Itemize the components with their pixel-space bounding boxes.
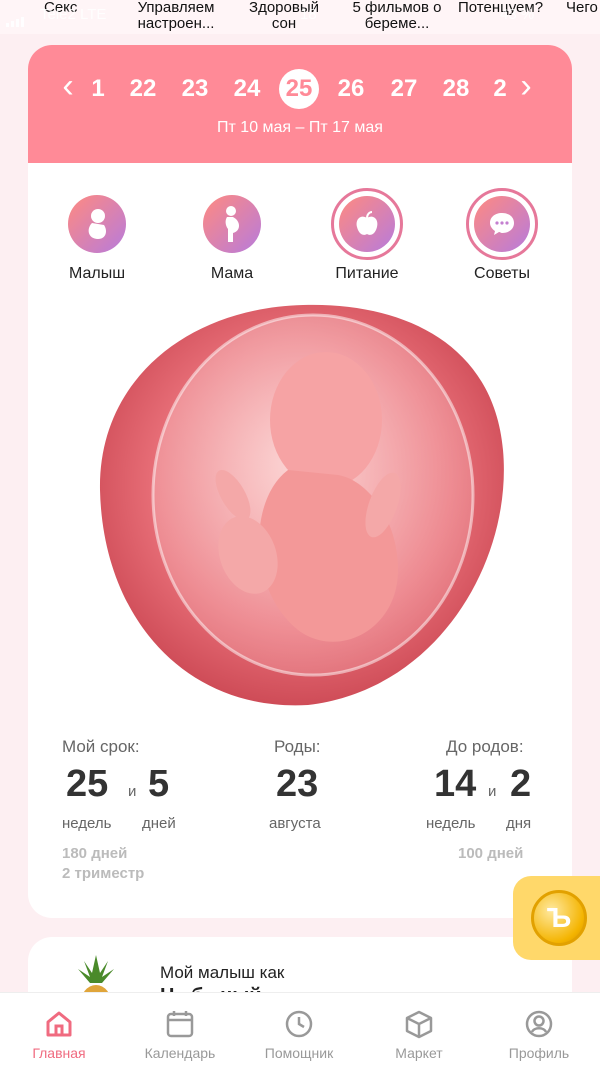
tab-assistant[interactable]: Помощник: [244, 993, 354, 1066]
term-weeks-value: 25: [66, 763, 109, 805]
term-trimester: 2 триместр: [62, 865, 145, 882]
fetus-head: [270, 352, 382, 488]
term-label: Мой срок:: [62, 737, 140, 756]
stories-strip: Секс Управляем настроен... Здоровый сон …: [0, 0, 600, 34]
battery-label: 43 %: [500, 6, 535, 23]
calendar-icon: [166, 1011, 194, 1038]
week-date-range: Пт 10 мая – Пт 17 мая: [217, 119, 383, 136]
clock-icon: [285, 1010, 313, 1038]
section-ring: [331, 188, 403, 260]
tab-label: Помощник: [264, 1045, 334, 1061]
week-selector: ‹ 1 22 23 24 25 26 27 28 2 › Пт 10 мая –…: [28, 45, 572, 163]
coin-icon: Ъ: [531, 890, 587, 946]
clock-label: 18: [300, 6, 317, 23]
section-label: Советы: [474, 265, 530, 282]
week-item[interactable]: 26: [330, 70, 372, 108]
tab-calendar[interactable]: Календарь: [125, 993, 235, 1066]
section-baby-button[interactable]: Малыш: [42, 195, 152, 283]
signal-icon: [6, 10, 26, 27]
week-item[interactable]: 24: [226, 70, 268, 108]
section-label: Малыш: [68, 265, 126, 282]
birth-day-value: 23: [276, 763, 319, 805]
week-item-active[interactable]: 25: [279, 69, 319, 109]
box-icon: [405, 1010, 433, 1039]
week-item[interactable]: 27: [383, 70, 425, 108]
section-label: Питание: [335, 265, 399, 282]
fetus-illustration[interactable]: [98, 300, 508, 710]
tab-profile[interactable]: Профиль: [484, 993, 594, 1066]
section-tips-button[interactable]: Советы: [447, 188, 557, 283]
home-icon: [46, 1011, 72, 1037]
bottom-tab-bar: Главная Календарь Помощник Маркет Профил…: [0, 992, 600, 1066]
section-ring: [466, 188, 538, 260]
birth-month: августа: [269, 815, 321, 832]
term-days-unit: дней: [142, 815, 176, 832]
left-and: и: [488, 783, 497, 800]
baby-icon: [68, 195, 126, 253]
week-item[interactable]: 22: [122, 70, 164, 108]
tab-label: Маркет: [395, 1045, 443, 1061]
week-item[interactable]: 1: [77, 70, 119, 108]
chat-bubble-icon: [474, 196, 530, 252]
section-label: Мама: [210, 265, 254, 282]
left-days-value: 2: [510, 763, 532, 805]
section-mom-button[interactable]: Мама: [177, 195, 287, 283]
tab-market[interactable]: Маркет: [364, 993, 474, 1066]
carrier-label: Tele2 LTE: [40, 6, 107, 23]
term-days-value: 5: [148, 763, 170, 805]
pregnancy-stats: Мой срок: 25 и 5 недель дней 180 дней 2 …: [28, 737, 572, 897]
left-days-unit: дня: [506, 815, 532, 832]
tab-label: Календарь: [144, 1045, 216, 1061]
tab-home[interactable]: Главная: [4, 993, 114, 1066]
pregnant-woman-icon: [203, 195, 261, 253]
left-total-days: 100 дней: [458, 845, 524, 862]
term-weeks-unit: недель: [62, 815, 112, 832]
left-label: До родов:: [446, 737, 524, 756]
apple-icon: [339, 196, 395, 252]
baby-size-title: Мой малыш как: [160, 963, 285, 982]
week-item[interactable]: 23: [174, 70, 216, 108]
profile-icon: [525, 1010, 553, 1038]
week-item[interactable]: 28: [435, 70, 477, 108]
term-and: и: [128, 783, 137, 800]
tab-label: Профиль: [508, 1045, 570, 1061]
left-weeks-unit: недель: [426, 815, 476, 832]
birth-label: Роды:: [274, 737, 321, 756]
status-bar: Tele2 LTE 18 43 %: [0, 6, 600, 27]
term-total-days: 180 дней: [62, 845, 128, 862]
next-week-arrow-icon[interactable]: ›: [514, 69, 538, 103]
section-nav: Малыш Мама Питание Советы: [28, 188, 572, 295]
tab-label: Главная: [32, 1045, 86, 1061]
bonus-coin-button[interactable]: Ъ: [513, 876, 600, 960]
pregnancy-week-card: ‹ 1 22 23 24 25 26 27 28 2 › Пт 10 мая –…: [28, 45, 572, 918]
left-weeks-value: 14: [434, 763, 477, 805]
section-food-button[interactable]: Питание: [312, 188, 422, 283]
